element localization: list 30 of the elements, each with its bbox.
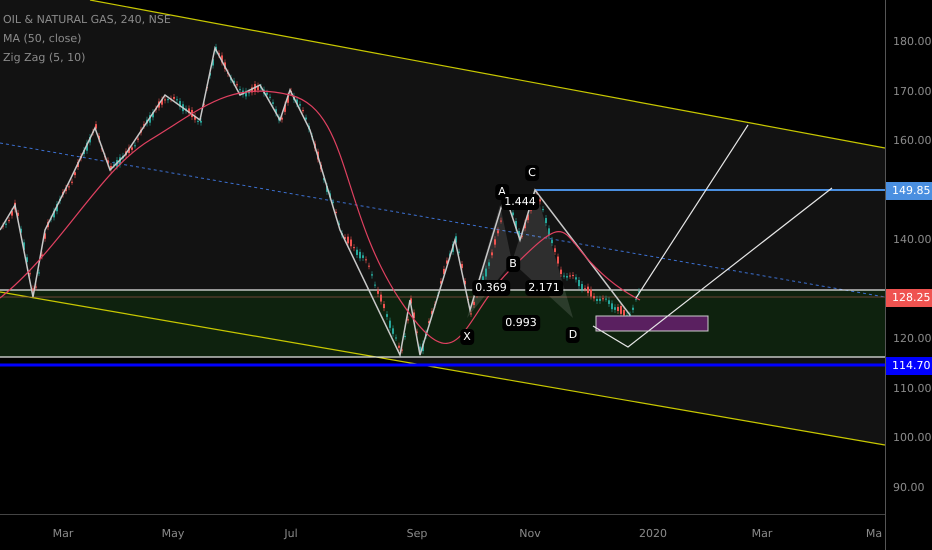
price-axis-label: 120.00 xyxy=(893,330,932,347)
pattern-label: C xyxy=(525,165,539,181)
indicator-label: Zig Zag (5, 10) xyxy=(3,50,86,66)
pattern-label: 1.444 xyxy=(501,194,539,210)
price-tag: 128.25 xyxy=(886,289,932,307)
symbol-title: OIL & NATURAL GAS, 240, NSE xyxy=(3,12,171,28)
price-axis-label: 110.00 xyxy=(893,380,932,397)
indicator-label: MA (50, close) xyxy=(3,31,82,47)
price-axis-label: 140.00 xyxy=(893,232,932,248)
pattern-label: 0.993 xyxy=(502,315,540,331)
price-axis-label: 170.00 xyxy=(893,84,932,100)
time-axis-label: May xyxy=(162,526,184,542)
time-axis-label: Jul xyxy=(284,526,298,542)
pattern-label: 2.171 xyxy=(525,280,563,296)
pattern-label: X xyxy=(460,329,474,345)
pattern-label: D xyxy=(566,327,580,343)
price-tag: 114.70 xyxy=(886,357,932,375)
price-tag: 149.85 xyxy=(886,182,932,200)
price-axis-label: 160.00 xyxy=(893,132,932,149)
time-axis-label: Mar xyxy=(752,526,772,542)
time-axis-label: Sep xyxy=(406,526,428,542)
pattern-label: 0.369 xyxy=(472,280,510,296)
price-axis-label: 180.00 xyxy=(893,34,932,50)
time-axis-label: Nov xyxy=(519,526,541,542)
time-axis-label: 2020 xyxy=(639,526,667,542)
price-axis-label: 90.00 xyxy=(893,480,924,496)
price-axis-label: 100.00 xyxy=(893,430,932,446)
pattern-label: B xyxy=(506,256,520,272)
time-axis-label: Mar xyxy=(52,526,74,542)
time-axis-label: Ma xyxy=(866,526,882,542)
